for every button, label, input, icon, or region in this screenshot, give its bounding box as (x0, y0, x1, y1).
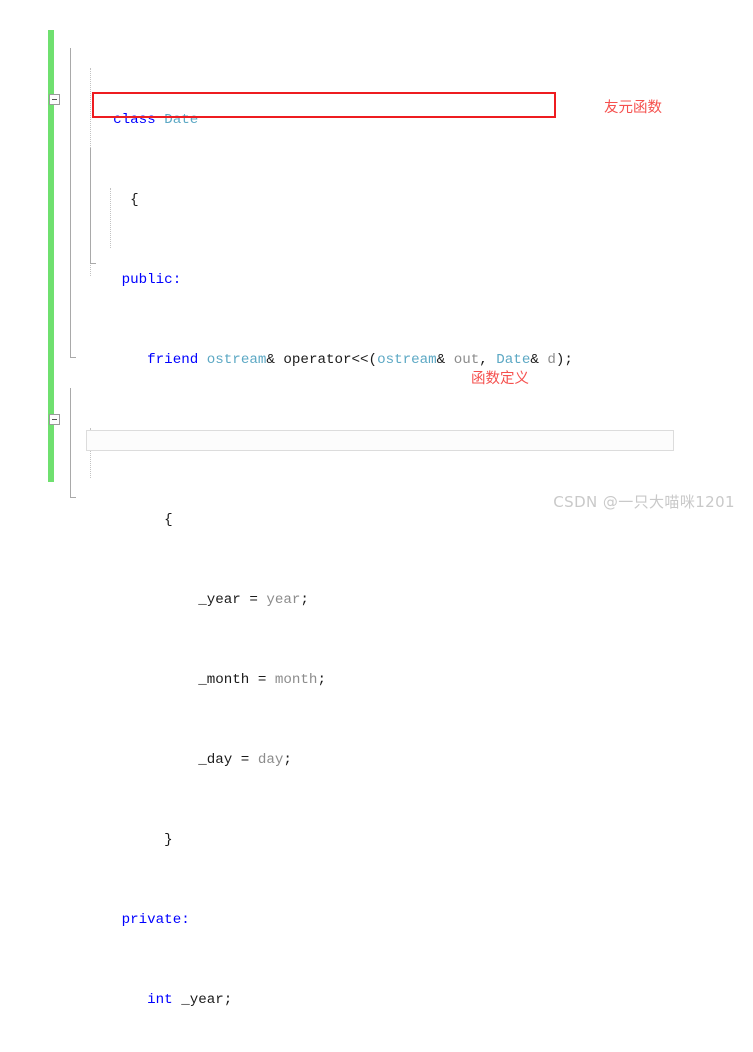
token-param: year (266, 592, 301, 608)
collapse-minus-icon[interactable] (49, 94, 60, 105)
token-paren: ( (368, 352, 378, 368)
collapse-minus-icon[interactable] (49, 414, 60, 425)
code-line[interactable]: _month = month; (62, 650, 688, 688)
token-function: operator<< (283, 352, 369, 368)
code-line[interactable]: } (62, 810, 688, 848)
token-member: _year (181, 992, 224, 1008)
token-ampersand: & (266, 352, 275, 368)
token-equals: = (249, 672, 275, 688)
friend-declaration-highlight-box (92, 92, 556, 118)
code-line[interactable]: _year = year; (62, 570, 688, 608)
token-keyword: friend (147, 352, 199, 368)
token-semicolon: ; (283, 752, 292, 768)
token-semicolon: ; (223, 992, 233, 1008)
token-ampersand: & (530, 352, 539, 368)
token-type: Date (496, 352, 531, 368)
token-param: month (274, 672, 318, 688)
token-keyword: private: (121, 912, 190, 928)
token-type: ostream (377, 352, 437, 368)
token-param: out (453, 352, 480, 368)
csdn-watermark: CSDN @一只大喵咪1201 (553, 493, 735, 511)
token-brace: } (113, 832, 173, 848)
annotation-friend-function: 友元函数 (604, 100, 662, 116)
code-line[interactable]: Date(int year = 1970, int month = 1, int… (49, 410, 688, 448)
token-ampersand: & (436, 352, 446, 368)
token-equals: = (232, 752, 258, 768)
token-param: d (547, 352, 556, 368)
token-member: _month (198, 672, 250, 688)
token-param: day (257, 752, 284, 768)
token-brace: { (113, 192, 139, 208)
token-comma: , (479, 352, 497, 368)
code-line[interactable]: private: (62, 890, 688, 928)
code-line[interactable]: int _year; (62, 970, 688, 1008)
token-semicolon: ; (317, 672, 326, 688)
code-line[interactable]: public: (62, 250, 688, 288)
token-member: _year (198, 592, 241, 608)
code-content[interactable]: class Date { public: friend ostream& ope… (49, 30, 688, 1052)
token-semicolon: ; (300, 592, 309, 608)
current-line-highlight (86, 430, 674, 451)
token-keyword: int (147, 992, 173, 1008)
annotation-function-definition: 函数定义 (471, 371, 529, 387)
code-editor[interactable]: class Date { public: friend ostream& ope… (48, 30, 688, 1008)
code-line[interactable]: _day = day; (62, 730, 688, 768)
token-equals: = (240, 592, 267, 608)
token-member: _day (198, 752, 233, 768)
token-type: ostream (206, 352, 267, 368)
code-line[interactable]: int _month; (62, 1050, 688, 1052)
code-line[interactable]: { (62, 170, 688, 208)
token-close-paren: ); (555, 352, 573, 368)
token-keyword: public: (121, 272, 182, 288)
code-line-friend-declaration[interactable]: friend ostream& operator<<(ostream& out,… (62, 330, 688, 368)
